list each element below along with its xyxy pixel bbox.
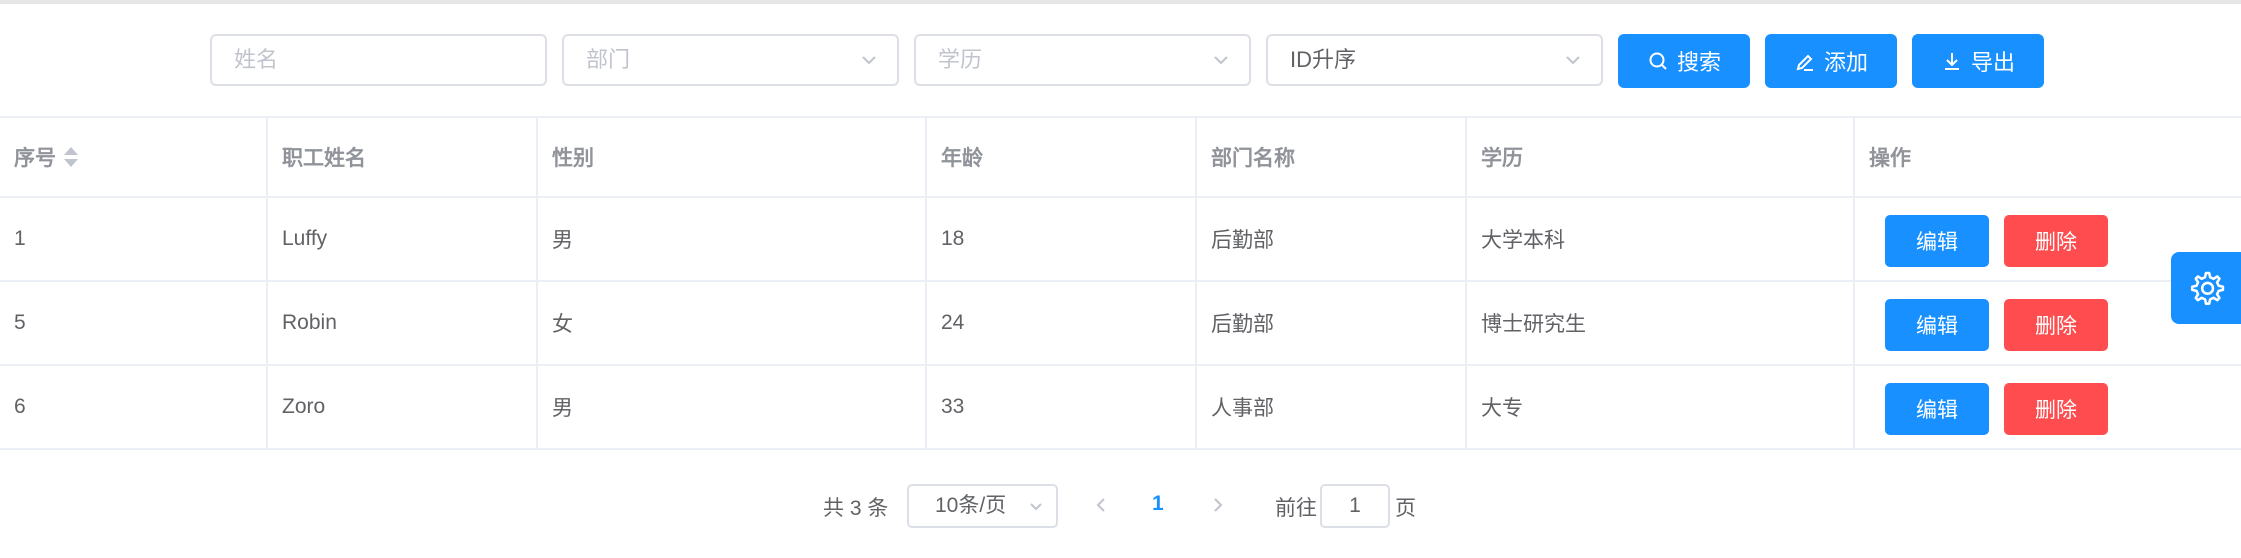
- search-icon: [1649, 52, 1667, 70]
- top-divider: [0, 0, 2241, 4]
- page-number-current[interactable]: 1: [1152, 492, 1164, 516]
- edit-button[interactable]: 编辑: [1885, 299, 1989, 351]
- delete-button[interactable]: 删除: [2004, 215, 2108, 267]
- cell-department: 人事部: [1197, 366, 1467, 448]
- cell-id: 6: [0, 366, 268, 448]
- add-button[interactable]: 添加: [1765, 34, 1897, 88]
- settings-button[interactable]: [2171, 252, 2241, 324]
- page-unit-label: 页: [1395, 497, 1416, 520]
- cell-gender: 男: [538, 366, 927, 448]
- sort-order-select[interactable]: ID升序: [1266, 34, 1603, 86]
- goto-page-input[interactable]: 1: [1320, 484, 1390, 528]
- cell-id: 5: [0, 282, 268, 364]
- cell-education: 大专: [1467, 366, 1855, 448]
- header-department: 部门名称: [1197, 118, 1467, 196]
- gear-icon: [2190, 271, 2225, 305]
- header-gender: 性别: [538, 118, 927, 196]
- cell-gender: 女: [538, 282, 927, 364]
- pagination-total: 共 3 条: [823, 497, 889, 520]
- name-input[interactable]: 姓名: [210, 34, 547, 86]
- name-input-placeholder: 姓名: [234, 47, 279, 72]
- export-button-label: 导出: [1970, 50, 2015, 75]
- search-button[interactable]: 搜索: [1618, 34, 1750, 88]
- cell-name: Robin: [268, 282, 538, 364]
- chevron-down-icon: [1566, 56, 1580, 65]
- header-education: 学历: [1467, 118, 1855, 196]
- delete-button[interactable]: 删除: [2004, 299, 2108, 351]
- download-icon: [1944, 53, 1959, 70]
- table-row: 5 Robin 女 24 后勤部 博士研究生 编辑 删除: [0, 282, 2241, 366]
- header-id[interactable]: 序号: [0, 118, 268, 196]
- education-select-placeholder: 学历: [938, 47, 983, 72]
- cell-department: 后勤部: [1197, 282, 1467, 364]
- sort-order-value: ID升序: [1290, 47, 1357, 72]
- header-name: 职工姓名: [268, 118, 538, 196]
- table-header-row: 序号 职工姓名 性别 年龄 部门名称 学历 操作: [0, 116, 2241, 198]
- cell-education: 博士研究生: [1467, 282, 1855, 364]
- cell-name: Zoro: [268, 366, 538, 448]
- edit-button[interactable]: 编辑: [1885, 215, 1989, 267]
- cell-gender: 男: [538, 198, 927, 280]
- cell-age: 24: [927, 282, 1197, 364]
- add-button-label: 添加: [1823, 50, 1868, 75]
- cell-department: 后勤部: [1197, 198, 1467, 280]
- export-button[interactable]: 导出: [1912, 34, 2044, 88]
- cell-id: 1: [0, 198, 268, 280]
- chevron-down-icon: [1214, 56, 1228, 65]
- table-row: 1 Luffy 男 18 后勤部 大学本科 编辑 删除: [0, 198, 2241, 282]
- pagination: 共 3 条 10条/页 1 前往 1 页: [0, 484, 2241, 528]
- page-size-select[interactable]: 10条/页: [907, 484, 1058, 528]
- prev-page-icon[interactable]: [1093, 496, 1111, 514]
- sort-caret-icon[interactable]: [64, 146, 78, 168]
- cell-name: Luffy: [268, 198, 538, 280]
- header-age: 年龄: [927, 118, 1197, 196]
- edit-pen-icon: [1796, 54, 1813, 71]
- chevron-down-icon: [1030, 503, 1042, 511]
- header-actions: 操作: [1869, 147, 1911, 170]
- cell-education: 大学本科: [1467, 198, 1855, 280]
- next-page-icon[interactable]: [1208, 496, 1226, 514]
- department-select-placeholder: 部门: [586, 47, 631, 72]
- goto-label: 前往: [1275, 497, 1317, 520]
- table-row: 6 Zoro 男 33 人事部 大专 编辑 删除: [0, 366, 2241, 450]
- department-select[interactable]: 部门: [562, 34, 899, 86]
- chevron-down-icon: [862, 56, 876, 65]
- education-select[interactable]: 学历: [914, 34, 1251, 86]
- cell-age: 33: [927, 366, 1197, 448]
- search-button-label: 搜索: [1676, 50, 1721, 75]
- cell-age: 18: [927, 198, 1197, 280]
- delete-button[interactable]: 删除: [2004, 383, 2108, 435]
- header-id-label: 序号: [14, 147, 56, 170]
- edit-button[interactable]: 编辑: [1885, 383, 1989, 435]
- page-size-value: 10条/页: [935, 494, 1007, 517]
